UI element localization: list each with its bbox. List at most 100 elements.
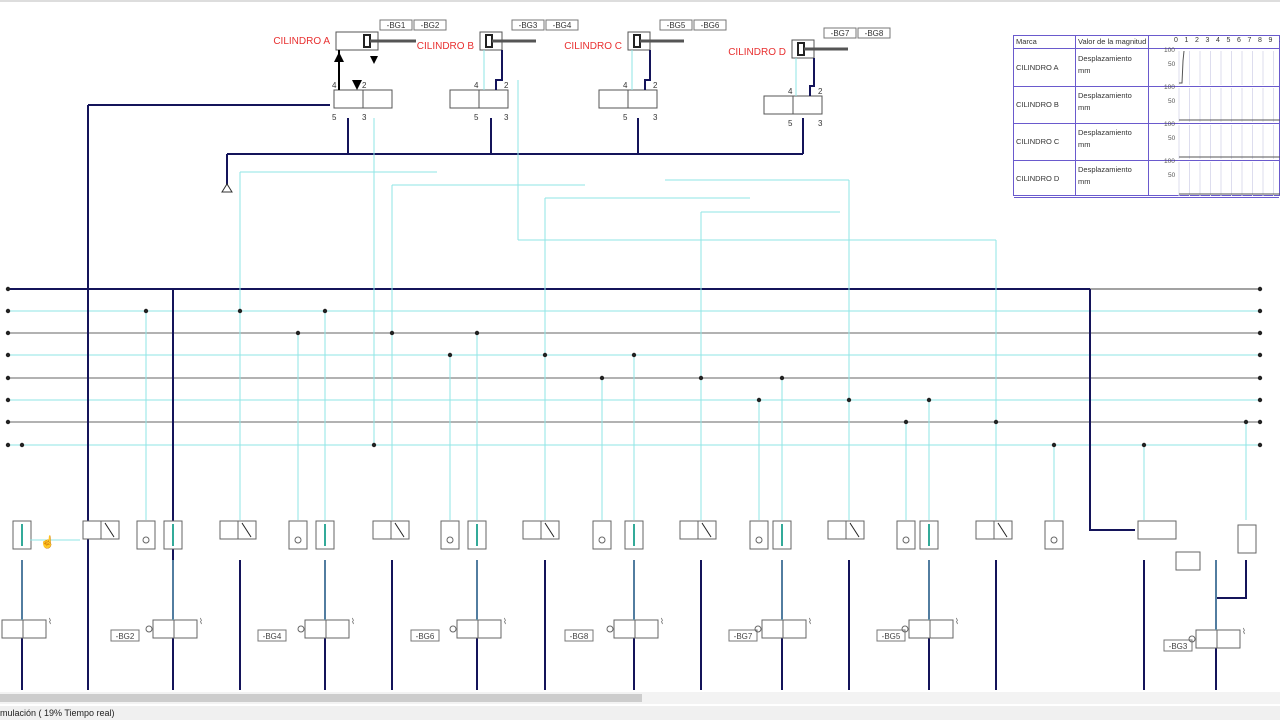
- magnitude-unit: mm: [1078, 66, 1091, 75]
- marca-cell: CILINDRO D: [1016, 174, 1060, 183]
- junction-dot: [371, 442, 377, 448]
- junction-dot: [295, 330, 301, 336]
- bus-start-dot: [5, 419, 11, 425]
- directional-valve-5-2[interactable]: [333, 89, 393, 109]
- junction-dot: [19, 442, 25, 448]
- two-pressure-valve[interactable]: [467, 520, 487, 550]
- magnitude-name: Desplazamiento: [1078, 91, 1132, 100]
- shuttle-valve[interactable]: [1175, 551, 1201, 571]
- junction-dot: [698, 375, 704, 381]
- two-pressure-valve[interactable]: [315, 520, 335, 550]
- directional-valve-5-2[interactable]: [598, 89, 658, 109]
- shuttle-valve-body: [288, 520, 308, 550]
- horizontal-scrollbar[interactable]: [0, 692, 1280, 704]
- port-label: 3: [818, 119, 823, 128]
- roller-valve-3-2-body: [152, 619, 198, 639]
- y-tick: 100: [1164, 158, 1175, 165]
- bus-start-dot: [5, 397, 11, 403]
- limit-sensor-label: -BG5: [882, 632, 901, 641]
- port-label: 5: [474, 113, 479, 122]
- junction-dot: [1243, 419, 1249, 425]
- junction-dot: [447, 352, 453, 358]
- junction-dot: [756, 397, 762, 403]
- directional-valve-5-2[interactable]: [763, 95, 823, 115]
- two-pressure-valve[interactable]: [12, 520, 32, 550]
- port-label: 3: [504, 113, 509, 122]
- magnitude-cell: Desplazamiento mm: [1078, 127, 1132, 151]
- port-label: 2: [504, 81, 509, 90]
- limit-sensor-label: -BG2: [116, 632, 135, 641]
- displacement-plot: [1178, 162, 1280, 196]
- bus-end-dot: [1257, 442, 1263, 448]
- bus-end-dot: [1257, 308, 1263, 314]
- roller-valve-3-2-body: [304, 619, 350, 639]
- port-label: 5: [788, 119, 793, 128]
- shuttle-valve[interactable]: [896, 520, 916, 550]
- two-pressure-valve[interactable]: [1237, 524, 1257, 554]
- pressure-line: [495, 50, 503, 90]
- spring-icon: ⌇: [660, 617, 664, 626]
- pneumatic-valve-3-2[interactable]: [1137, 520, 1177, 540]
- displacement-curve: [1179, 50, 1185, 84]
- magnitude-cell: Desplazamiento mm: [1078, 164, 1132, 188]
- two-pressure-valve[interactable]: [772, 520, 792, 550]
- y-tick: 50: [1168, 172, 1176, 179]
- bus-end-dot: [1257, 286, 1263, 292]
- junction-dot: [926, 397, 932, 403]
- shuttle-valve[interactable]: [136, 520, 156, 550]
- limit-sensor-label: -BG8: [570, 632, 589, 641]
- roller-valve-3-2-body: [456, 619, 502, 639]
- bus-end-dot: [1257, 352, 1263, 358]
- status-text: mulación ( 19% Tiempo real): [0, 708, 115, 718]
- bus-start-dot: [5, 442, 11, 448]
- table-row[interactable]: CILINDRO A Desplazamiento mm 100 50: [1014, 47, 1279, 87]
- pneumatic-valve-3-2[interactable]: [82, 520, 120, 540]
- pneumatic-valve-3-2[interactable]: [679, 520, 717, 540]
- roller-valve-3-2-body: [1195, 629, 1241, 649]
- pneumatic-valve-3-2[interactable]: [522, 520, 560, 540]
- table-row[interactable]: CILINDRO D Desplazamiento mm 100 50: [1014, 158, 1280, 198]
- cylinder-label: CILINDRO C: [564, 41, 622, 52]
- pneumatic-valve-3-2[interactable]: [219, 520, 257, 540]
- shuttle-valve[interactable]: [592, 520, 612, 550]
- shuttle-valve-body: [749, 520, 769, 550]
- spring-icon: ⌇: [808, 617, 812, 626]
- table-row[interactable]: CILINDRO C Desplazamiento mm 100 50: [1014, 121, 1280, 161]
- time-tick: 1: [1184, 37, 1189, 44]
- y-tick: 50: [1168, 135, 1176, 142]
- spring-icon: ⌇: [199, 617, 203, 626]
- shuttle-valve[interactable]: [749, 520, 769, 550]
- shuttle-valve[interactable]: [440, 520, 460, 550]
- table-row[interactable]: CILINDRO B Desplazamiento mm 100 50: [1014, 84, 1280, 124]
- time-tick: 8: [1258, 37, 1262, 44]
- directional-valve-5-2[interactable]: [449, 89, 509, 109]
- scrollbar-thumb[interactable]: [0, 694, 642, 702]
- shuttle-valve[interactable]: [1044, 520, 1064, 550]
- roller-valve-3-2-body: [613, 619, 659, 639]
- port-label: 5: [332, 113, 337, 122]
- two-pressure-valve[interactable]: [163, 520, 183, 550]
- junction-dot: [322, 308, 328, 314]
- spring-icon: ⌇: [955, 617, 959, 626]
- pneumatic-valve-3-2[interactable]: [975, 520, 1013, 540]
- pneumatic-valve-3-2[interactable]: [827, 520, 865, 540]
- pneumatic-valve-3-2[interactable]: [372, 520, 410, 540]
- limit-sensor-label: -BG4: [263, 632, 282, 641]
- sensor-tag: -BG7: [831, 29, 850, 38]
- time-tick: 6: [1237, 37, 1241, 44]
- bus-end-dot: [1257, 397, 1263, 403]
- roller-icon: [145, 625, 153, 633]
- two-pressure-valve[interactable]: [919, 520, 939, 550]
- roller-icon: [449, 625, 457, 633]
- shuttle-valve[interactable]: [288, 520, 308, 550]
- marca-cell: CILINDRO A: [1016, 63, 1059, 72]
- magnitude-name: Desplazamiento: [1078, 165, 1132, 174]
- junction-dot: [237, 308, 243, 314]
- junction-dot: [903, 419, 909, 425]
- state-diagram-table[interactable]: Marca Valor de la magnitud 01234567891 C…: [1013, 35, 1280, 198]
- two-pressure-valve[interactable]: [624, 520, 644, 550]
- roller-icon: [606, 625, 614, 633]
- roller-valve-3-2[interactable]: ⌇: [1, 617, 52, 639]
- pressure-line: [1215, 560, 1247, 690]
- bus-start-dot: [5, 308, 11, 314]
